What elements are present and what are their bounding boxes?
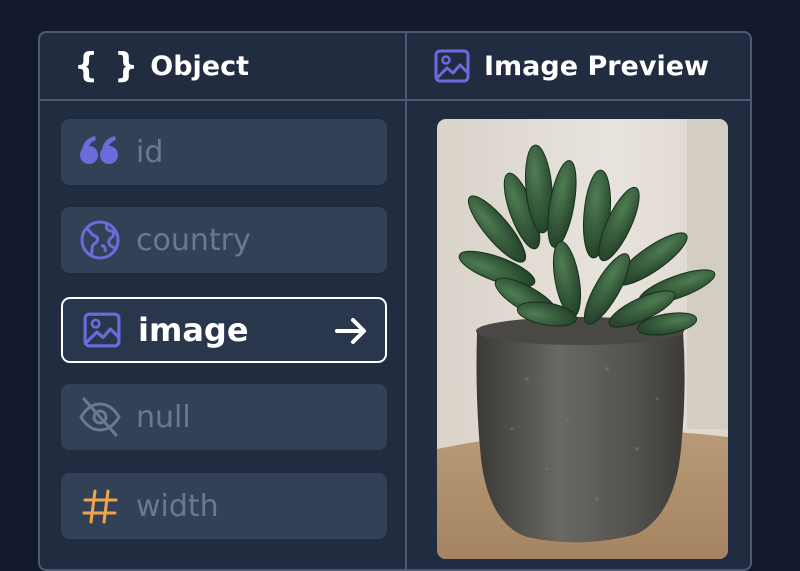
field-label: null	[136, 399, 191, 435]
field-country[interactable]: country	[61, 207, 387, 273]
eye-off-icon	[78, 395, 122, 439]
header-divider	[40, 99, 750, 101]
field-label: country	[136, 222, 251, 258]
quote-icon	[78, 130, 122, 174]
object-panel: { } Object Image Preview id country imag…	[38, 31, 752, 571]
field-label: id	[136, 134, 164, 170]
plant-photo	[437, 119, 728, 559]
hash-icon	[78, 484, 122, 528]
image-preview	[437, 119, 728, 559]
field-id[interactable]: id	[61, 119, 387, 185]
field-label: image	[138, 311, 249, 349]
field-null[interactable]: null	[61, 384, 387, 450]
braces-icon: { }	[74, 46, 141, 86]
image-icon	[434, 49, 470, 83]
arrow-right-icon[interactable]	[333, 313, 369, 349]
object-header-label: Object	[150, 50, 250, 82]
field-image[interactable]: image	[61, 297, 387, 363]
image-icon	[80, 308, 124, 352]
column-divider	[405, 33, 407, 569]
image-preview-header: Image Preview	[434, 33, 709, 99]
field-label: width	[136, 488, 219, 524]
image-preview-label: Image Preview	[484, 50, 709, 82]
globe-icon	[78, 218, 122, 262]
object-header: { } Object	[74, 33, 249, 99]
field-width[interactable]: width	[61, 473, 387, 539]
